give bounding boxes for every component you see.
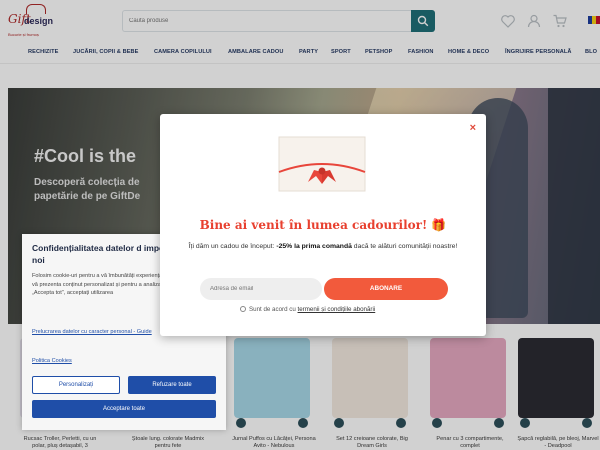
- cookie-policy-link[interactable]: Politica Cookies: [32, 358, 72, 364]
- consent-checkbox[interactable]: [240, 306, 246, 312]
- gift-envelope-icon: [278, 136, 366, 192]
- email-field[interactable]: [200, 278, 322, 300]
- terms-link[interactable]: termenii și condițiile abonării: [298, 306, 376, 313]
- close-icon[interactable]: ×: [470, 122, 476, 134]
- modal-title: Bine ai venit în lumea cadourilor! 🎁: [199, 218, 447, 232]
- subscribe-button[interactable]: ABONARE: [324, 278, 448, 300]
- newsletter-modal: × Bine ai venit în lumea cadourilor! 🎁 Î…: [160, 114, 486, 336]
- personalize-button[interactable]: Personalizați: [32, 376, 120, 394]
- terms-consent[interactable]: Sunt de acord cu termenii și condițiile …: [240, 306, 470, 313]
- refuse-all-button[interactable]: Refuzare toate: [128, 376, 216, 394]
- accept-all-button[interactable]: Acceptare toate: [32, 400, 216, 418]
- modal-text: Îți dăm un cadou de început: -25% la pri…: [188, 243, 458, 250]
